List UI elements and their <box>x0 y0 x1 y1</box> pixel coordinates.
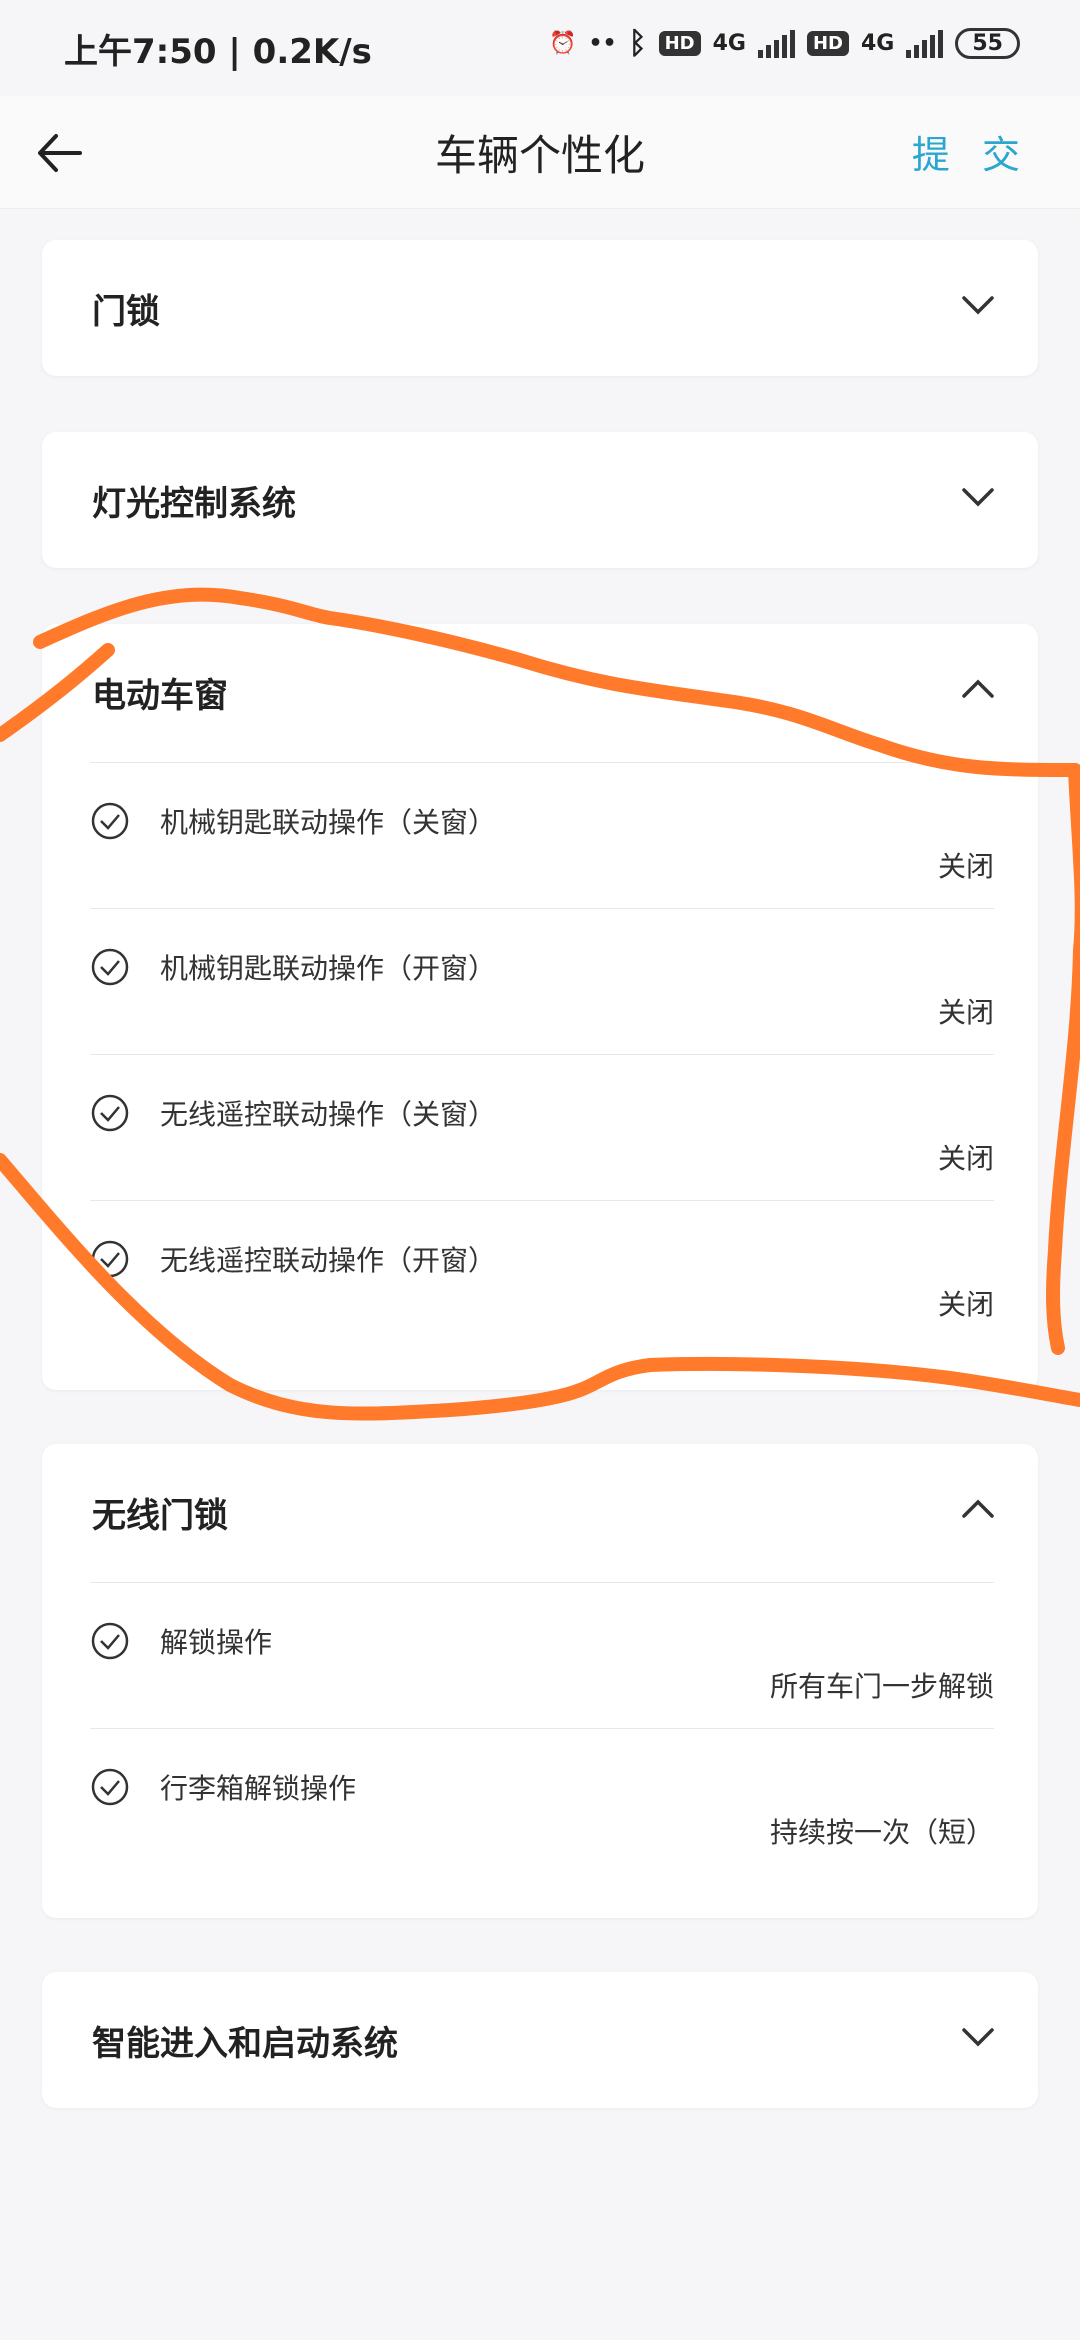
chevron-down-icon[interactable] <box>958 2024 998 2050</box>
section-smart-entry-start[interactable]: 智能进入和启动系统 <box>42 1972 1038 2108</box>
list-item[interactable]: 行李箱解锁操作 持续按一次（短） <box>90 1728 994 1875</box>
check-circle-icon <box>91 802 129 840</box>
section-title: 电动车窗 <box>92 676 228 716</box>
section-title: 智能进入和启动系统 <box>92 2024 398 2064</box>
check-circle-icon <box>91 1622 129 1660</box>
chevron-up-icon[interactable] <box>958 1496 998 1522</box>
section-power-windows: 电动车窗 机械钥匙联动操作（关窗） 关闭 机械钥匙联动操作（开窗） 关闭 无线遥… <box>42 624 1038 1390</box>
signal-icon-1 <box>757 29 795 58</box>
chevron-down-icon[interactable] <box>958 484 998 510</box>
list-item[interactable]: 解锁操作 所有车门一步解锁 <box>90 1582 994 1729</box>
network-type-1: 4G <box>712 31 746 56</box>
alarm-icon: ⏰ <box>549 31 577 56</box>
battery-indicator: 55 <box>955 28 1020 59</box>
section-lighting-control[interactable]: 灯光控制系统 <box>42 432 1038 568</box>
app-bar: 车辆个性化 提 交 <box>0 96 1080 209</box>
item-value: 关闭 <box>937 850 994 883</box>
item-label: 无线遥控联动操作（开窗） <box>160 1244 497 1277</box>
section-title: 无线门锁 <box>92 1496 228 1536</box>
item-label: 解锁操作 <box>160 1626 273 1659</box>
chevron-up-icon[interactable] <box>958 676 998 702</box>
list-item[interactable]: 机械钥匙联动操作（关窗） 关闭 <box>90 762 994 909</box>
item-label: 行李箱解锁操作 <box>160 1772 357 1805</box>
check-circle-icon <box>91 948 129 986</box>
check-circle-icon <box>91 1240 129 1278</box>
list-item[interactable]: 机械钥匙联动操作（开窗） 关闭 <box>90 908 994 1055</box>
item-label: 无线遥控联动操作（关窗） <box>160 1098 497 1131</box>
item-value: 关闭 <box>937 1142 994 1175</box>
status-time-speed: 上午7:50 | 0.2K/s <box>64 32 372 72</box>
section-title: 灯光控制系统 <box>92 484 296 524</box>
hd-badge-2: HD <box>806 31 849 56</box>
list-item[interactable]: 无线遥控联动操作（关窗） 关闭 <box>90 1054 994 1201</box>
network-type-2: 4G <box>861 31 895 56</box>
list-item[interactable]: 无线遥控联动操作（开窗） 关闭 <box>90 1200 994 1347</box>
item-label: 机械钥匙联动操作（关窗） <box>160 806 497 839</box>
status-icons: ⏰ •• ᛒ HD 4G HD 4G 55 <box>549 26 1020 61</box>
more-dots-icon: •• <box>588 31 617 56</box>
item-value: 关闭 <box>937 996 994 1029</box>
chevron-down-icon[interactable] <box>958 292 998 318</box>
check-circle-icon <box>91 1094 129 1132</box>
check-circle-icon <box>91 1768 129 1806</box>
item-label: 机械钥匙联动操作（开窗） <box>160 952 497 985</box>
item-value: 关闭 <box>937 1288 994 1321</box>
item-value: 持续按一次（短） <box>769 1816 994 1849</box>
submit-button[interactable]: 提 交 <box>912 124 1030 179</box>
signal-icon-2 <box>906 29 944 58</box>
section-wireless-door-lock: 无线门锁 解锁操作 所有车门一步解锁 行李箱解锁操作 持续按一次（短） <box>42 1444 1038 1918</box>
section-title: 门锁 <box>92 292 160 332</box>
hd-badge-1: HD <box>658 31 701 56</box>
status-bar: 上午7:50 | 0.2K/s ⏰ •• ᛒ HD 4G HD 4G 55 <box>0 0 1080 96</box>
bluetooth-icon: ᛒ <box>628 26 647 61</box>
section-door-lock[interactable]: 门锁 <box>42 240 1038 376</box>
item-value: 所有车门一步解锁 <box>769 1670 994 1703</box>
